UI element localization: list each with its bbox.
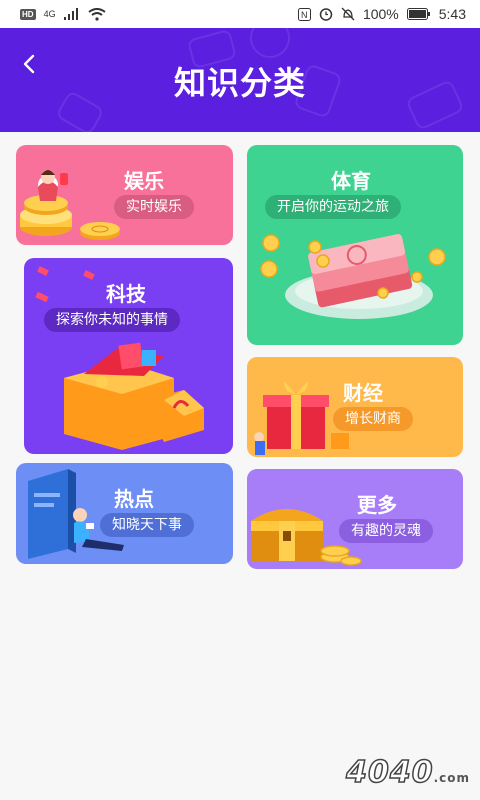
page-title: 知识分类 (173, 64, 306, 102)
category-card-entertainment[interactable]: 娱乐 实时娱乐 (16, 145, 233, 245)
mute-icon (341, 7, 355, 21)
wifi-icon (87, 7, 106, 21)
nfc-icon: N (297, 7, 311, 21)
gold-coins-illustration (20, 170, 120, 240)
category-subtitle-pill: 知晓天下事 (100, 513, 194, 537)
page-header: 知识分类 (0, 28, 480, 132)
category-subtitle-pill: 实时娱乐 (114, 195, 194, 219)
signal-icon (63, 8, 78, 20)
category-subtitle-pill: 开启你的运动之旅 (265, 195, 401, 219)
network-type: 4G (43, 9, 56, 19)
category-subtitle-pill: 增长财商 (333, 407, 413, 431)
category-card-trending[interactable]: 热点 知晓天下事 (16, 463, 233, 564)
clock-time: 5:43 (438, 6, 466, 22)
category-card-sports[interactable]: 体育 开启你的运动之旅 (247, 145, 463, 345)
category-subtitle-pill: 有趣的灵魂 (339, 519, 433, 543)
category-card-more[interactable]: 更多 有趣的灵魂 (247, 469, 463, 569)
category-title: 科技 (106, 282, 146, 306)
category-title: 财经 (343, 381, 383, 405)
battery-percent: 100% (362, 6, 399, 22)
category-card-technology[interactable]: 科技 探索你未知的事情 (24, 258, 233, 454)
watermark-text: 4040 (345, 754, 434, 791)
category-title: 更多 (357, 493, 397, 517)
hd-badge: HD (20, 8, 36, 20)
category-title: 热点 (114, 487, 154, 511)
category-card-finance[interactable]: 财经 增长财商 (247, 357, 463, 457)
category-subtitle-pill: 探索你未知的事情 (44, 308, 180, 332)
svg-text:N: N (301, 10, 308, 20)
alarm-icon (319, 8, 333, 21)
status-bar: HD 4G N 100% 5:43 (0, 0, 480, 28)
category-title: 体育 (331, 169, 371, 193)
watermark-logo: 4040.com (345, 754, 470, 791)
category-title: 娱乐 (124, 169, 164, 193)
battery-icon (406, 8, 430, 20)
watermark-domain: .com (433, 771, 470, 785)
